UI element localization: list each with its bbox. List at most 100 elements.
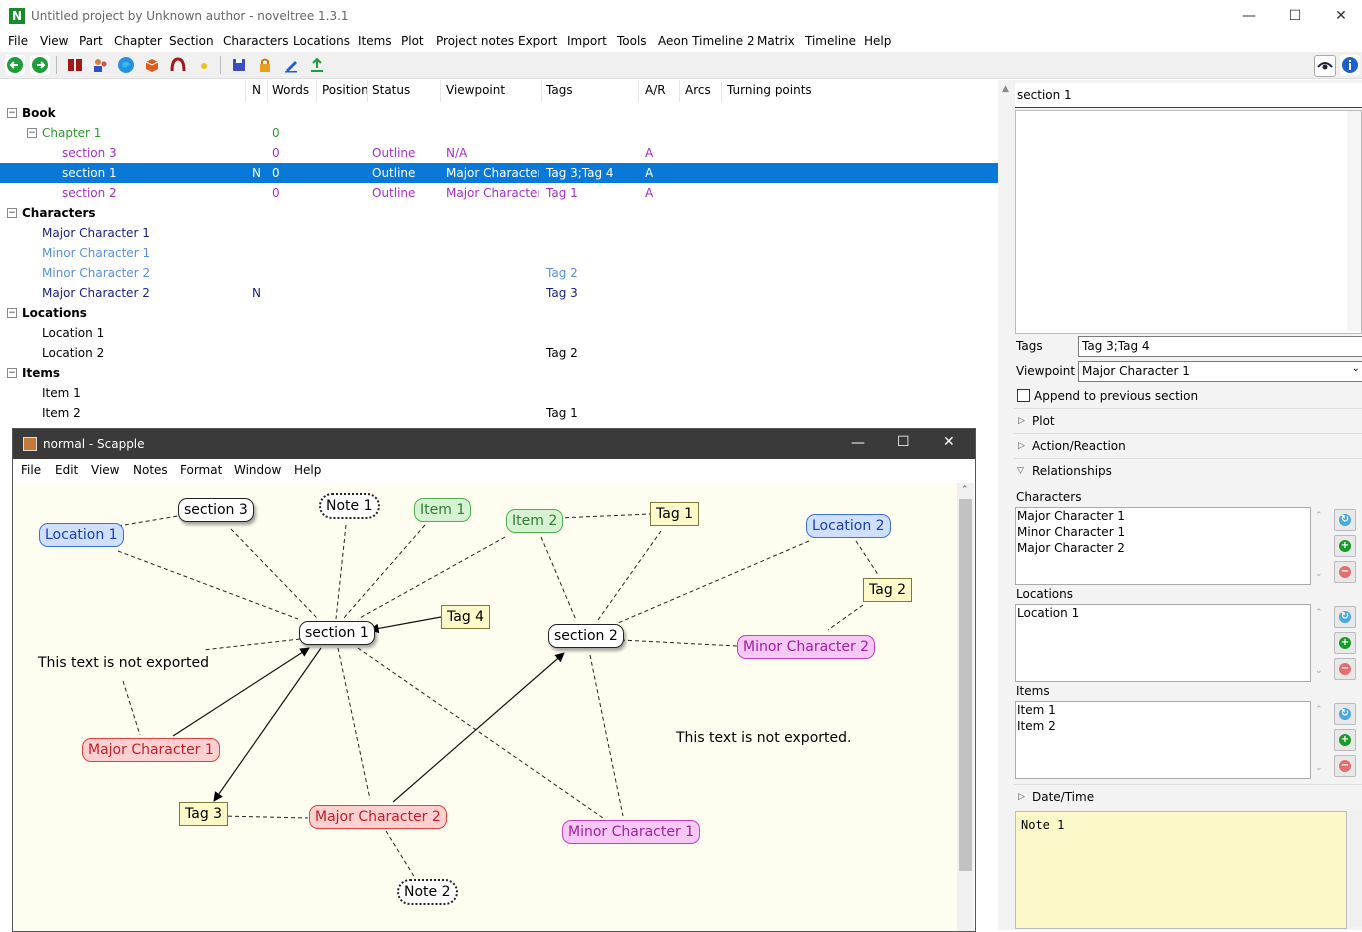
tree-row-character[interactable]: Major Character 2 N Tag 3 (0, 283, 998, 303)
section-node[interactable]: section 1 (299, 621, 375, 645)
scapple-menu-format[interactable]: Format (180, 463, 222, 477)
characters-icon[interactable] (90, 55, 110, 75)
tree-row-item[interactable]: Item 1 (0, 383, 998, 403)
menu-help[interactable]: Help (864, 34, 891, 48)
text-note[interactable]: This text is not exported (33, 652, 214, 674)
list-item[interactable]: Minor Character 1 (1016, 524, 1310, 540)
scapple-minimize-button[interactable]: — (851, 435, 865, 451)
remove-button[interactable]: − (1334, 658, 1356, 680)
relationships-section[interactable]: Relationships (1032, 464, 1112, 478)
location-node[interactable]: Location 1 (39, 523, 124, 547)
item-node[interactable]: Item 2 (506, 509, 564, 533)
collapse-icon[interactable]: − (27, 128, 37, 138)
tag-node[interactable]: Tag 4 (441, 605, 491, 629)
menu-project-notes[interactable]: Project notes (436, 34, 514, 48)
action-reaction-section[interactable]: Action/Reaction (1032, 439, 1126, 453)
column-arcs[interactable]: Arcs (685, 83, 711, 97)
major-character-node[interactable]: Major Character 1 (82, 738, 220, 762)
list-item[interactable]: Major Character 2 (1016, 540, 1310, 556)
scapple-menu-file[interactable]: File (21, 463, 41, 477)
tag-node[interactable]: Tag 3 (179, 802, 229, 826)
item-box-icon[interactable] (142, 55, 162, 75)
scroll-up-icon[interactable]: ⌃ (1315, 705, 1323, 715)
arc-icon[interactable] (168, 55, 188, 75)
items-list[interactable]: Item 1 Item 2 (1015, 701, 1311, 779)
scapple-menu-notes[interactable]: Notes (133, 463, 168, 477)
scroll-down-icon[interactable]: ⌄ (1315, 763, 1323, 773)
tree-row-section[interactable]: section 2 0 Outline Major Character 2 Ta… (0, 183, 998, 203)
list-item[interactable]: Major Character 1 (1016, 508, 1310, 524)
tree-row-section[interactable]: section 3 0 Outline N/A A (0, 143, 998, 163)
location-node[interactable]: Location 2 (806, 514, 891, 538)
link-button[interactable]: ↻ (1334, 703, 1356, 725)
link-button[interactable]: ↻ (1334, 606, 1356, 628)
expand-icon[interactable]: ▷ (1018, 441, 1025, 451)
menu-characters[interactable]: Characters (223, 34, 289, 48)
minor-character-node[interactable]: Minor Character 2 (737, 635, 876, 659)
section-node[interactable]: section 3 (178, 498, 254, 522)
minimize-button[interactable]: — (1234, 6, 1264, 26)
scapple-menu-view[interactable]: View (91, 463, 119, 477)
note-node[interactable]: Note 1 (319, 493, 380, 519)
expand-icon[interactable]: ▷ (1018, 792, 1025, 802)
scapple-close-button[interactable]: ✕ (943, 434, 955, 450)
text-note[interactable]: This text is not exported. (671, 727, 856, 749)
menu-view[interactable]: View (40, 34, 68, 48)
menu-aeon-timeline[interactable]: Aeon Timeline 2 (658, 34, 755, 48)
tag-node[interactable]: Tag 2 (863, 578, 913, 602)
notes-textarea[interactable]: Note 1 (1015, 811, 1347, 929)
tree-row-section-selected[interactable]: section 1 N 0 Outline Major Character 1 … (0, 163, 998, 183)
lock-icon[interactable] (255, 55, 275, 75)
add-button[interactable]: + (1334, 729, 1356, 751)
export-icon[interactable] (307, 55, 327, 75)
info-icon[interactable] (1340, 55, 1360, 75)
list-item[interactable]: Item 2 (1016, 718, 1310, 734)
item-node[interactable]: Item 1 (414, 498, 472, 522)
menu-tools[interactable]: Tools (617, 34, 647, 48)
scrollbar[interactable] (1347, 111, 1361, 331)
menu-plot[interactable]: Plot (401, 34, 424, 48)
append-checkbox[interactable] (1017, 389, 1030, 402)
tree-row-items[interactable]: − Items (0, 363, 998, 383)
forward-arrow-icon[interactable] (30, 55, 50, 75)
view-eye-icon[interactable] (1314, 55, 1336, 77)
column-turning-points[interactable]: Turning points (727, 83, 812, 97)
collapse-icon[interactable]: − (7, 108, 17, 118)
tree-row-character[interactable]: Minor Character 1 (0, 243, 998, 263)
viewpoint-select[interactable]: Major Character 1 ⌄ (1078, 361, 1362, 382)
menu-matrix[interactable]: Matrix (757, 34, 795, 48)
column-tags[interactable]: Tags (546, 83, 573, 97)
panel-splitter[interactable]: ▲ (998, 80, 1014, 930)
scapple-menu-help[interactable]: Help (294, 463, 321, 477)
maximize-button[interactable]: ☐ (1280, 6, 1310, 26)
column-position[interactable]: Position (322, 83, 369, 97)
expand-icon[interactable]: ▷ (1018, 416, 1025, 426)
tree-row-location[interactable]: Location 1 (0, 323, 998, 343)
column-ar[interactable]: A/R (645, 83, 666, 97)
description-textarea[interactable] (1015, 110, 1362, 334)
menu-import[interactable]: Import (567, 34, 607, 48)
add-button[interactable]: + (1334, 535, 1356, 557)
scroll-up-icon[interactable]: ⌃ (961, 485, 969, 495)
menu-file[interactable]: File (8, 34, 28, 48)
column-n[interactable]: N (252, 83, 261, 97)
tree-row-location[interactable]: Location 2 Tag 2 (0, 343, 998, 363)
scapple-maximize-button[interactable]: ☐ (897, 434, 910, 450)
column-status[interactable]: Status (372, 83, 410, 97)
collapse-icon[interactable]: − (7, 208, 17, 218)
datetime-section[interactable]: Date/Time (1032, 790, 1094, 804)
scroll-down-icon[interactable]: ⌄ (1315, 569, 1323, 579)
menu-section[interactable]: Section (169, 34, 214, 48)
back-arrow-icon[interactable] (5, 55, 25, 75)
tree-row-book[interactable]: − Book (0, 103, 998, 123)
menu-locations[interactable]: Locations (293, 34, 350, 48)
add-button[interactable]: + (1334, 632, 1356, 654)
title-field[interactable]: section 1 (1015, 83, 1362, 108)
menu-chapter[interactable]: Chapter (114, 34, 162, 48)
collapse-icon[interactable]: − (7, 308, 17, 318)
tree-row-character[interactable]: Major Character 1 (0, 223, 998, 243)
tree-row-chapter[interactable]: − Chapter 1 0 (0, 123, 998, 143)
tree-row-character[interactable]: Minor Character 2 Tag 2 (0, 263, 998, 283)
plot-section[interactable]: Plot (1032, 414, 1055, 428)
list-item[interactable]: Location 1 (1016, 605, 1310, 621)
